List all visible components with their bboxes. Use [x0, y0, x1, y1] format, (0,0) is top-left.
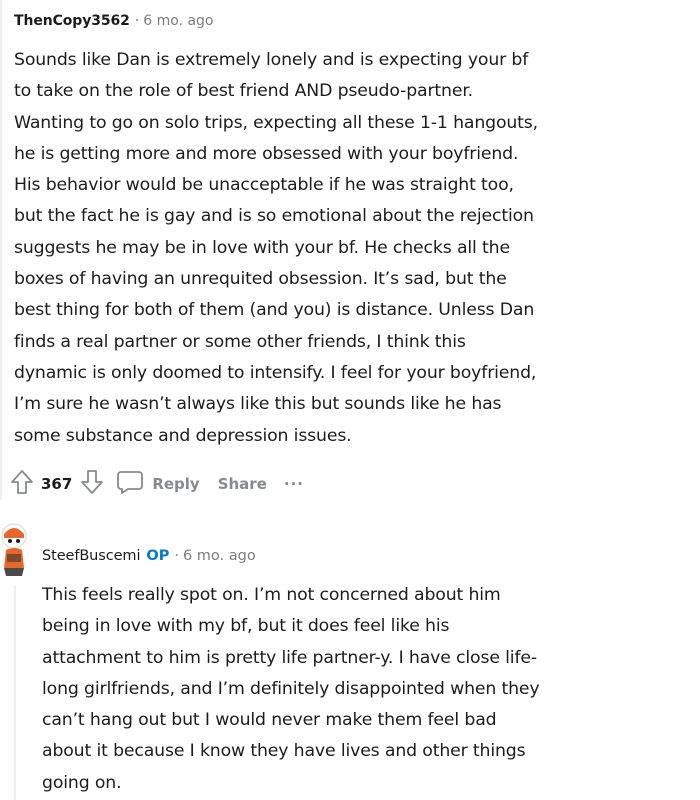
comment-line: he is getting more and more obsessed wit… [14, 143, 519, 164]
comment-header: SteefBuscemi OP · 6 mo. ago [42, 545, 256, 567]
comment-line: can’t hang out but I would never make th… [42, 710, 497, 731]
comment-line: finds a real partner or some other frien… [14, 331, 466, 352]
comment-body: This feels really spot on. I’m not conce… [42, 580, 692, 799]
comment-line: about it because I know they have lives … [42, 741, 526, 762]
comment-line: long girlfriends, and I’m definitely dis… [42, 678, 540, 699]
comment-line: attachment to him is pretty life partner… [42, 647, 537, 668]
comment-line: dynamic is only doomed to intensify. I f… [14, 362, 537, 383]
comment-line: being in love with my bf, but it does fe… [42, 616, 450, 637]
comment-author[interactable]: ThenCopy3562 [14, 13, 130, 29]
comment-timestamp[interactable]: 6 mo. ago [143, 13, 213, 29]
comment-line: boxes of having an unrequited obsession.… [14, 269, 507, 290]
thread-line[interactable] [14, 585, 16, 800]
comment-body: Sounds like Dan is extremely lonely and … [14, 45, 694, 452]
vote-count: 367 [41, 475, 73, 493]
meta-separator: · [134, 13, 140, 29]
op-badge: OP [146, 548, 170, 564]
comment-timestamp[interactable]: 6 mo. ago [183, 548, 256, 564]
comment-line: going on. [42, 772, 122, 793]
thread-line[interactable] [0, 0, 2, 500]
comment-line: I’m sure he wasn’t always like this but … [14, 394, 502, 415]
comment-line: This feels really spot on. I’m not conce… [42, 585, 501, 605]
speech-bubble-icon [116, 469, 144, 499]
comment-line: some substance and depression issues. [14, 425, 352, 446]
downvote-arrow-icon[interactable] [80, 469, 104, 499]
comment-line: Wanting to go on solo trips, expecting a… [14, 112, 539, 133]
more-options-button[interactable]: ··· [284, 475, 304, 493]
comment-actions: 367 Reply Share ··· [10, 468, 304, 500]
comment-line: best thing for both of them (and you) is… [14, 300, 535, 321]
comment-line: suggests he may be in love with your bf.… [14, 237, 510, 258]
comment-header: ThenCopy3562 · 6 mo. ago [14, 11, 214, 31]
comment-line: His behavior would be unacceptable if he… [14, 175, 514, 196]
comment-line: Sounds like Dan is extremely lonely and … [14, 50, 529, 70]
meta-separator: · [174, 548, 179, 564]
comment-line: to take on the role of best friend AND p… [14, 81, 474, 102]
share-button[interactable]: Share [218, 475, 267, 493]
comment-author[interactable]: SteefBuscemi [42, 548, 140, 564]
reply-label: Reply [152, 475, 200, 493]
comment-line: but the fact he is gay and is so emotion… [14, 206, 534, 227]
upvote-arrow-icon[interactable] [10, 469, 34, 499]
snoo-avatar-icon[interactable] [0, 522, 28, 578]
reply-button[interactable]: Reply [116, 469, 200, 499]
